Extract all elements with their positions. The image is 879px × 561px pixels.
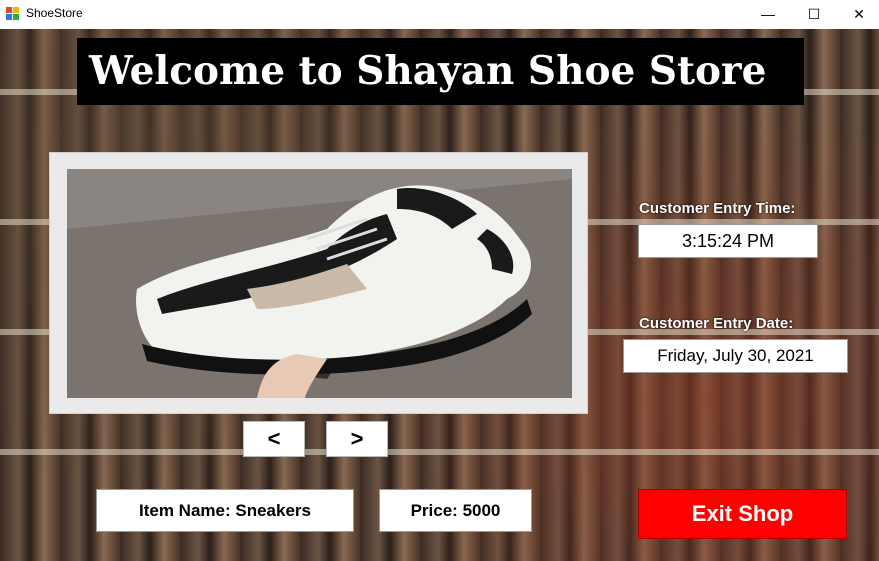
close-button[interactable]: ✕ (836, 0, 879, 28)
minimize-button[interactable]: — (745, 0, 791, 28)
maximize-button[interactable]: ☐ (791, 0, 837, 28)
sneaker-photo (67, 169, 572, 398)
welcome-banner: Welcome to Shayan Shoe Store (77, 38, 804, 105)
window-titlebar: ShoeStore — ☐ ✕ (0, 0, 879, 28)
window-title: ShoeStore (26, 6, 83, 20)
previous-button[interactable]: < (243, 421, 305, 457)
entry-time-value: 3:15:24 PM (638, 224, 818, 258)
entry-date-label: Customer Entry Date: (639, 315, 794, 332)
shelf-decoration (0, 449, 879, 455)
product-image-frame (49, 152, 588, 414)
entry-date-value: Friday, July 30, 2021 (623, 339, 848, 373)
entry-time-label: Customer Entry Time: (639, 200, 796, 217)
sneaker-icon (67, 169, 572, 398)
price-label: Price: 5000 (379, 489, 532, 532)
app-icon (6, 7, 19, 20)
exit-shop-button[interactable]: Exit Shop (638, 489, 847, 539)
next-button[interactable]: > (326, 421, 388, 457)
item-name-label: Item Name: Sneakers (96, 489, 354, 532)
welcome-title: Welcome to Shayan Shoe Store (89, 48, 767, 94)
